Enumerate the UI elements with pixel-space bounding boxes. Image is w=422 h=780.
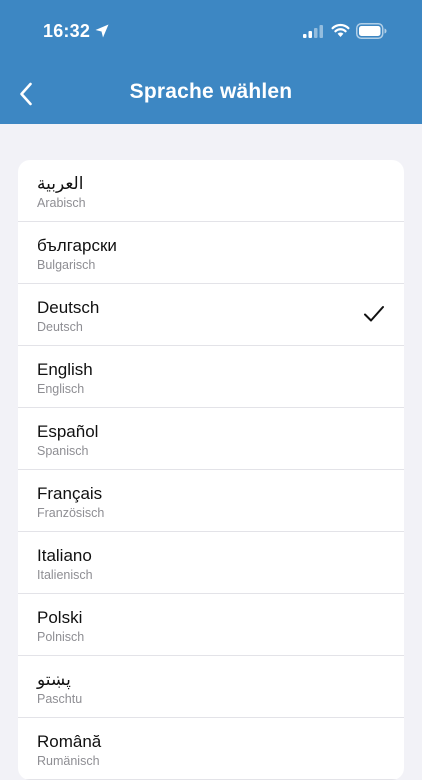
language-item-arabic[interactable]: العربية Arabisch xyxy=(18,160,404,222)
language-native-name: Español xyxy=(37,422,99,441)
language-native-name: Polski xyxy=(37,608,83,627)
cellular-signal-icon xyxy=(303,25,323,38)
status-bar: 16:32 xyxy=(0,0,422,62)
language-german-name: Spanisch xyxy=(37,444,89,458)
language-native-name: Română xyxy=(37,732,102,751)
language-german-name: Englisch xyxy=(37,382,85,396)
language-german-name: Paschtu xyxy=(37,692,83,706)
language-native-name: Italiano xyxy=(37,546,92,565)
language-native-name: български xyxy=(37,236,117,255)
language-german-name: Bulgarisch xyxy=(37,258,96,272)
language-item-italian[interactable]: Italiano Italienisch xyxy=(18,532,404,594)
checkmark-icon xyxy=(364,306,384,322)
language-german-name: Polnisch xyxy=(37,630,85,644)
language-german-name: Italienisch xyxy=(37,568,93,582)
language-native-name: العربية xyxy=(37,174,84,193)
language-item-french[interactable]: Français Französisch xyxy=(18,470,404,532)
language-native-name: Français xyxy=(37,484,103,503)
language-native-name: English xyxy=(37,360,93,379)
status-time: 16:32 xyxy=(43,21,91,41)
navigation-header: 16:32 Sprache wählen xyxy=(0,0,422,124)
language-native-name: Deutsch xyxy=(37,298,100,317)
language-item-romanian[interactable]: Română Rumänisch xyxy=(18,718,404,780)
language-german-name: Französisch xyxy=(37,506,105,520)
language-german-name: Deutsch xyxy=(37,320,83,334)
language-item-german[interactable]: Deutsch Deutsch xyxy=(18,284,404,346)
language-german-name: Rumänisch xyxy=(37,754,100,768)
language-item-spanish[interactable]: Español Spanisch xyxy=(18,408,404,470)
language-item-polish[interactable]: Polski Polnisch xyxy=(18,594,404,656)
language-german-name: Arabisch xyxy=(37,196,86,210)
language-list: العربية Arabisch български Bulgarisch De… xyxy=(18,160,404,780)
page-title: Sprache wählen xyxy=(129,80,293,103)
language-item-pashto[interactable]: پښتو Paschtu xyxy=(18,656,404,718)
battery-icon xyxy=(356,23,387,39)
language-item-bulgarian[interactable]: български Bulgarisch xyxy=(18,222,404,284)
wifi-icon xyxy=(331,23,350,37)
location-arrow-icon xyxy=(95,24,109,38)
language-item-english[interactable]: English Englisch xyxy=(18,346,404,408)
language-native-name: پښتو xyxy=(37,670,71,689)
